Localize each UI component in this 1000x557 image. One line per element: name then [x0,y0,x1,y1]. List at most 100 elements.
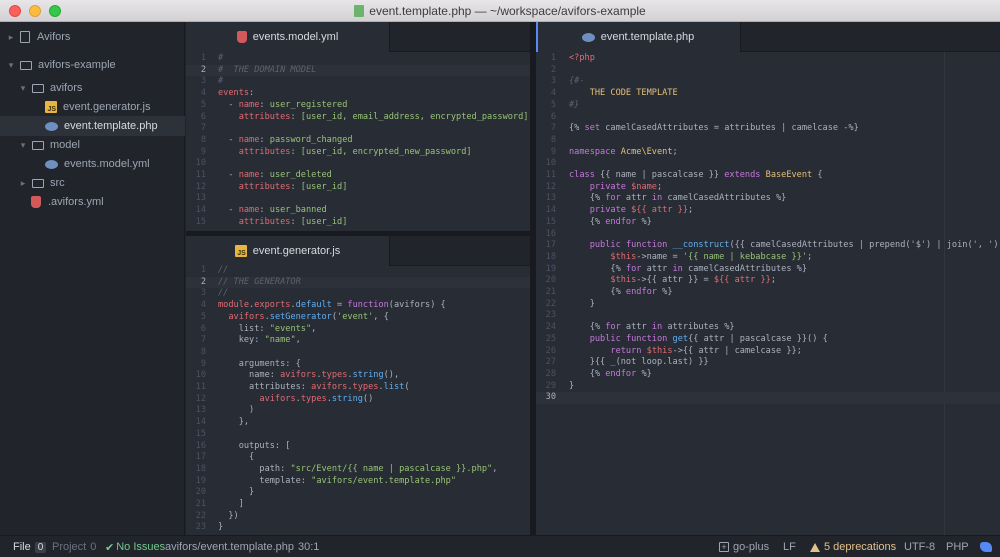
code-line[interactable]: 6 [536,112,1000,124]
line-number[interactable]: 23 [536,310,556,322]
code-line[interactable]: 13 ) [186,405,530,417]
code-line[interactable]: 14 }, [186,417,530,429]
code-line[interactable]: 12 attributes: [user_id] [186,182,530,194]
line-number[interactable]: 15 [536,217,556,229]
code-line[interactable]: 6 list: "events", [186,324,530,336]
line-number[interactable]: 13 [186,405,206,417]
code-line[interactable]: 14 - name: user_banned [186,205,530,217]
code-line[interactable]: 29} [536,381,1000,393]
line-number[interactable]: 10 [186,158,206,170]
code-line[interactable]: 27 }{{ _(not loop.last) }} [536,357,1000,369]
code-line[interactable]: 26 return $this->{{ attr | camelcase }}; [536,346,1000,358]
cursor-position[interactable]: 30:1 [298,536,319,557]
code-editor[interactable]: 1 <?php 2 3 {#- 4 THE CODE TEMPLATE 5 #} 6 7 {% se… [536,53,1000,535]
line-number[interactable]: 14 [186,205,206,217]
code-line[interactable]: 5 #} [536,100,1000,112]
code-line[interactable]: 22 }) [186,511,530,523]
code-line[interactable]: 6 attributes: [user_id, email_address, e… [186,112,530,124]
tree-item-avifors-yml[interactable]: .avifors.yml [31,192,185,212]
code-line[interactable]: 1 <?php [536,53,1000,65]
code-line[interactable]: 23} [186,522,530,534]
line-ending-selector[interactable]: LF [783,536,796,557]
line-number[interactable]: 27 [536,357,556,369]
line-number[interactable]: 9 [186,147,206,159]
line-number[interactable]: 20 [536,275,556,287]
line-number[interactable]: 10 [536,158,556,170]
code-line[interactable]: 16 outputs: [ [186,441,530,453]
tab-event-generator-js[interactable]: JS event.generator.js [186,236,390,266]
code-line[interactable]: 3 // [186,288,530,300]
line-number[interactable]: 16 [186,441,206,453]
code-line[interactable]: 18 path: "src/Event/{{ name | pascalcase… [186,464,530,476]
code-line[interactable]: 15 {% endfor %} [536,217,1000,229]
code-line[interactable]: 2 // THE GENERATOR [186,276,530,289]
code-line[interactable]: 7 [186,123,530,135]
code-line[interactable]: 24 {% for attr in attributes %} [536,322,1000,334]
line-number[interactable]: 24 [536,322,556,334]
line-number[interactable]: 4 [186,300,206,312]
encoding-selector[interactable]: UTF-8 [904,536,935,557]
code-line[interactable]: 17 public function __construct({{ camelC… [536,240,1000,252]
code-line[interactable]: 16 [536,229,1000,241]
line-number[interactable]: 29 [536,381,556,393]
minimize-window-button[interactable] [29,5,41,17]
line-number[interactable]: 21 [186,499,206,511]
code-line[interactable]: 11 attributes: avifors.types.list( [186,382,530,394]
code-line[interactable]: 28 {% endfor %} [536,369,1000,381]
line-number[interactable]: 18 [536,252,556,264]
code-line[interactable]: 13 {% for attr in camelCasedAttributes %… [536,193,1000,205]
line-number[interactable]: 2 [536,65,556,77]
line-number[interactable]: 6 [186,324,206,336]
line-number[interactable]: 26 [536,346,556,358]
feedback-button[interactable] [980,536,992,557]
code-line[interactable]: 3 # [186,76,530,88]
line-number[interactable]: 1 [536,53,556,65]
code-line[interactable]: 11 - name: user_deleted [186,170,530,182]
line-number[interactable]: 21 [536,287,556,299]
code-line[interactable]: 15 [186,429,530,441]
line-number[interactable]: 8 [186,135,206,147]
line-number[interactable]: 17 [186,452,206,464]
close-window-button[interactable] [9,5,21,17]
line-number[interactable]: 30 [536,392,556,404]
code-line[interactable]: 8 [186,347,530,359]
line-number[interactable]: 17 [536,240,556,252]
line-number[interactable]: 10 [186,370,206,382]
code-line[interactable]: 2 # THE DOMAIN MODEL [186,64,530,77]
code-line[interactable]: 4 module.exports.default = function(avifo… [186,300,530,312]
code-line[interactable]: 8 - name: password_changed [186,135,530,147]
tree-item-avifors-example[interactable]: ▾ avifors-example [6,55,185,75]
linter-status[interactable]: ✔ No Issues [105,536,165,557]
line-number[interactable]: 16 [536,229,556,241]
code-line[interactable]: 7 key: "name", [186,335,530,347]
line-number[interactable]: 19 [186,476,206,488]
line-number[interactable]: 2 [186,277,206,289]
code-line[interactable]: 2 [536,65,1000,77]
code-line[interactable]: 10 [536,158,1000,170]
line-number[interactable]: 12 [186,182,206,194]
code-editor[interactable]: 1 #2 # THE DOMAIN MODEL 3 #4 events: 5 - name:… [186,53,530,231]
tree-item-event-generator-js[interactable]: JS event.generator.js [45,97,185,117]
line-number[interactable]: 13 [536,193,556,205]
tab-event-template-php[interactable]: event.template.php [536,22,741,52]
code-line[interactable]: 5 avifors.setGenerator('event', { [186,312,530,324]
code-line[interactable]: 22 } [536,299,1000,311]
line-number[interactable]: 22 [186,511,206,523]
line-number[interactable]: 4 [186,88,206,100]
code-line[interactable]: 9 namespace Acme\Event; [536,147,1000,159]
deprecation-cop[interactable]: 5 deprecations [810,536,896,557]
code-line[interactable]: 20 $this->{{ attr }} = ${{ attr }}; [536,275,1000,287]
code-line[interactable]: 1 # [186,53,530,65]
line-number[interactable]: 14 [186,417,206,429]
line-number[interactable]: 5 [186,100,206,112]
code-line[interactable]: 19 {% for attr in camelCasedAttributes %… [536,264,1000,276]
code-line[interactable]: 4 events: [186,88,530,100]
line-number[interactable]: 3 [536,76,556,88]
line-number[interactable]: 1 [186,53,206,65]
line-number[interactable]: 5 [536,100,556,112]
line-number[interactable]: 6 [536,112,556,124]
line-number[interactable]: 3 [186,288,206,300]
file-path[interactable]: avifors/event.template.php [165,536,294,557]
code-line[interactable]: 20 } [186,487,530,499]
line-number[interactable]: 12 [186,394,206,406]
